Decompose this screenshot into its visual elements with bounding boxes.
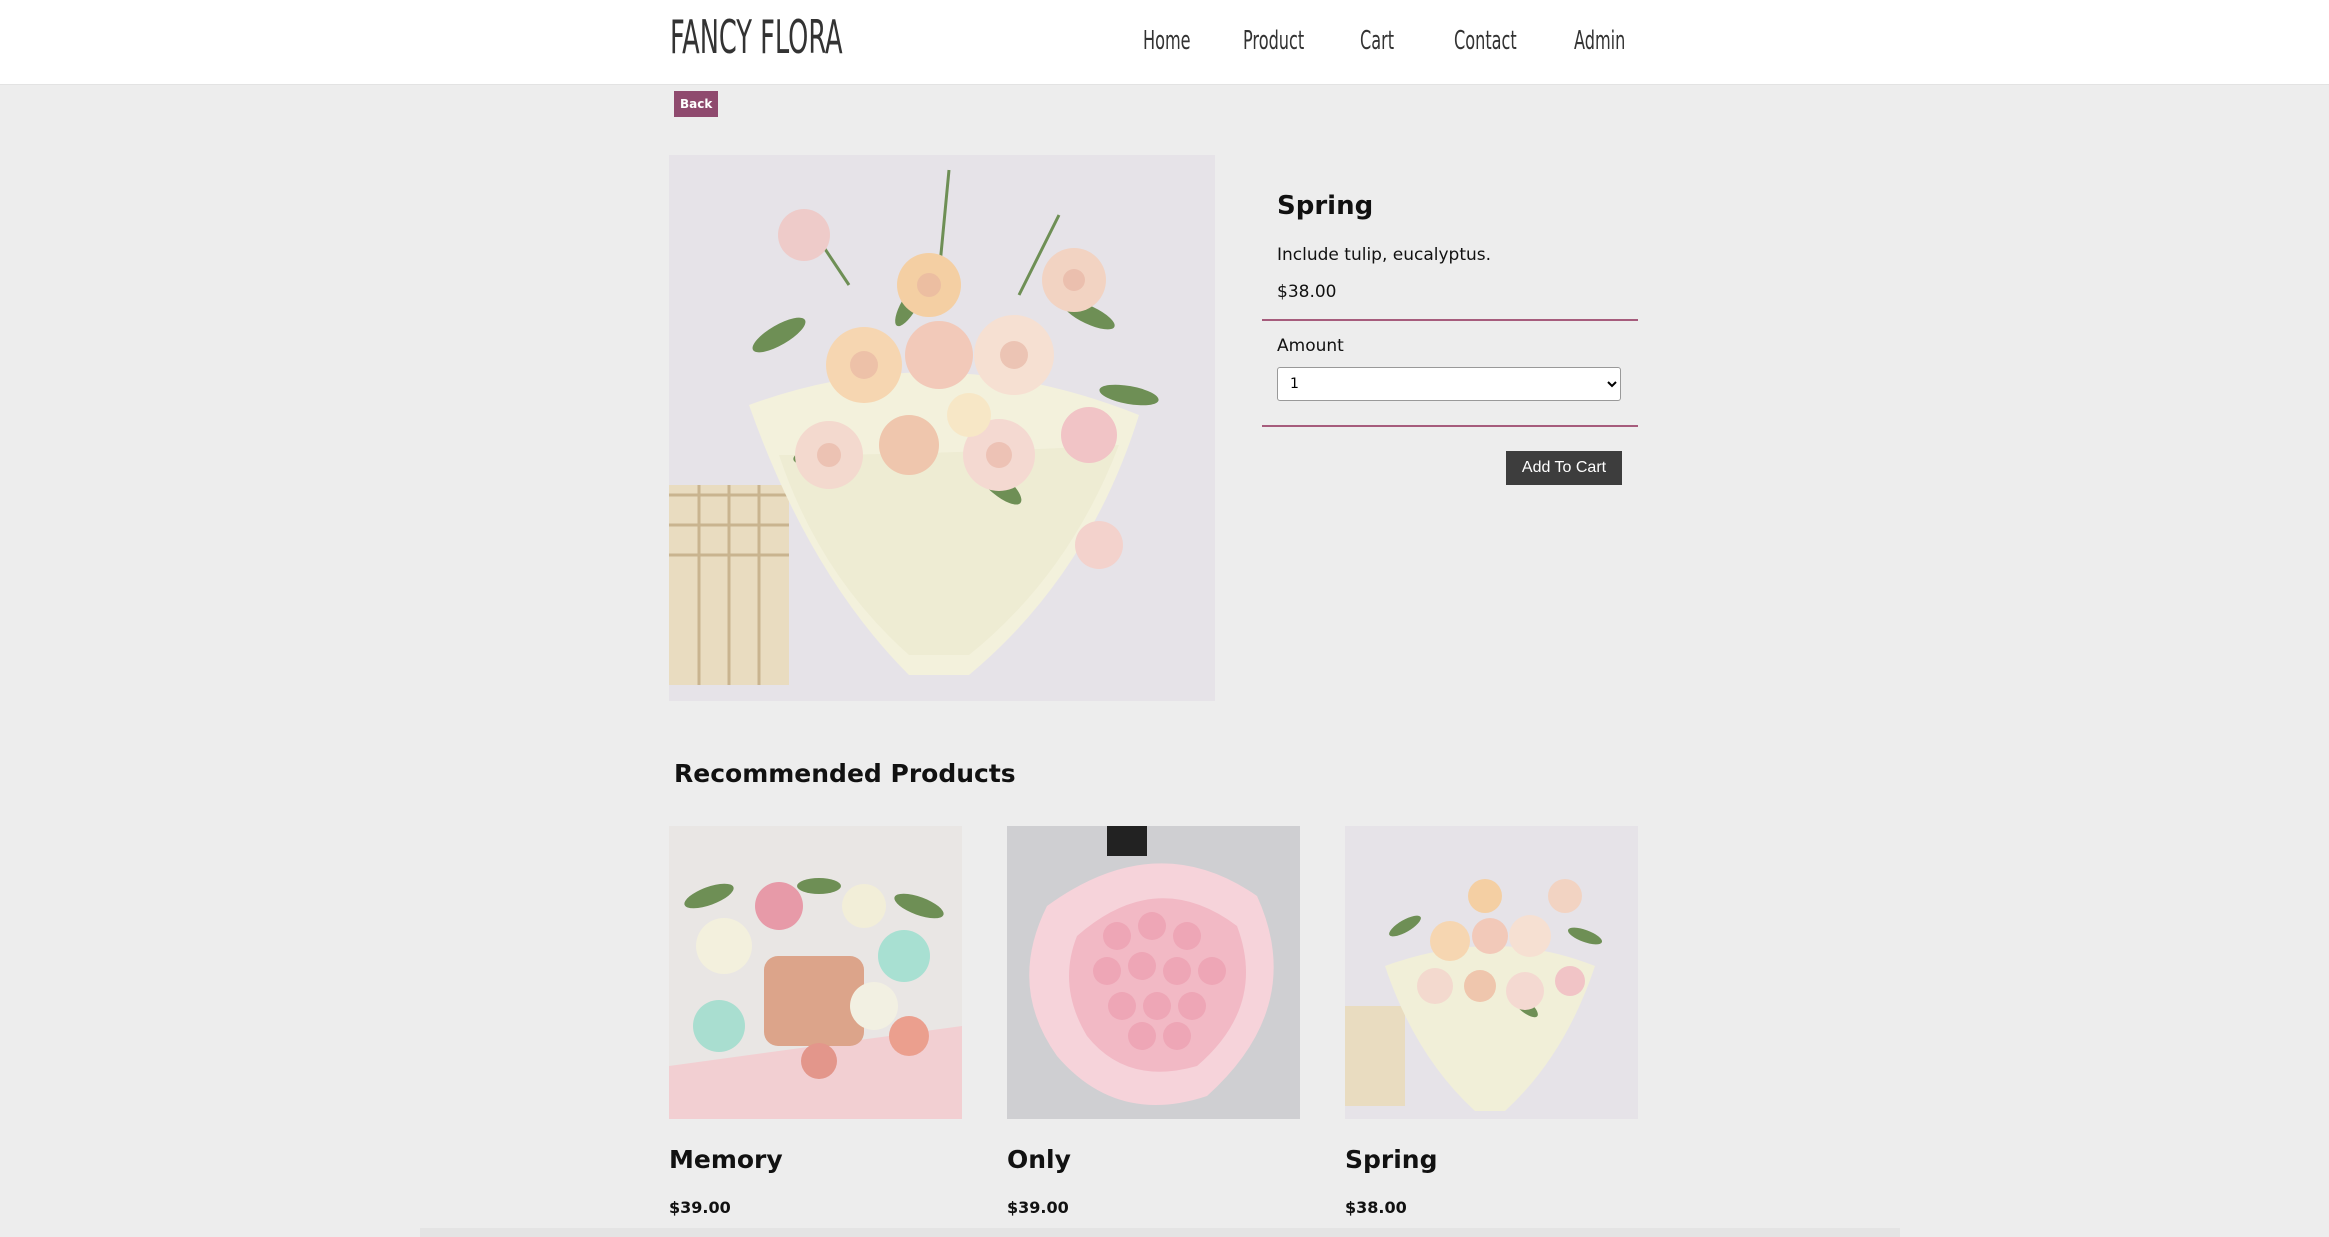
- product-card-image[interactable]: [1007, 826, 1300, 1119]
- product-card-name[interactable]: Memory: [669, 1145, 783, 1174]
- product-title: Spring: [1277, 191, 1374, 221]
- product-price: $38.00: [1277, 282, 1337, 302]
- product-card-price: $39.00: [669, 1198, 731, 1217]
- page-bottom-edge: [420, 1228, 1900, 1237]
- product-card-image[interactable]: [669, 826, 962, 1119]
- divider: [1262, 425, 1638, 427]
- nav-home[interactable]: Home: [1143, 26, 1191, 56]
- product-card-price: $39.00: [1007, 1198, 1069, 1217]
- product-card-name[interactable]: Only: [1007, 1145, 1071, 1174]
- recommended-heading: Recommended Products: [674, 759, 1016, 788]
- product-card-image[interactable]: [1345, 826, 1638, 1119]
- back-button[interactable]: Back: [674, 91, 719, 117]
- top-navbar: FANCY FLORA Home Product Cart Contact Ad…: [0, 0, 2329, 85]
- product-card[interactable]: Only $39.00: [1007, 826, 1300, 1217]
- divider: [1262, 319, 1638, 321]
- nav-cart[interactable]: Cart: [1360, 26, 1394, 56]
- product-card-price: $38.00: [1345, 1198, 1407, 1217]
- nav-product[interactable]: Product: [1243, 26, 1304, 56]
- amount-label: Amount: [1277, 336, 1344, 356]
- product-card-name[interactable]: Spring: [1345, 1145, 1438, 1174]
- product-card[interactable]: Spring $38.00: [1345, 826, 1638, 1217]
- add-to-cart-button[interactable]: Add To Cart: [1506, 451, 1622, 485]
- nav-contact[interactable]: Contact: [1454, 26, 1517, 56]
- product-description: Include tulip, eucalyptus.: [1277, 245, 1492, 265]
- site-logo[interactable]: FANCY FLORA: [670, 10, 843, 64]
- product-image: [669, 155, 1215, 701]
- nav-admin[interactable]: Admin: [1574, 26, 1625, 56]
- product-card[interactable]: Memory $39.00: [669, 826, 962, 1217]
- amount-select[interactable]: 1: [1277, 367, 1621, 401]
